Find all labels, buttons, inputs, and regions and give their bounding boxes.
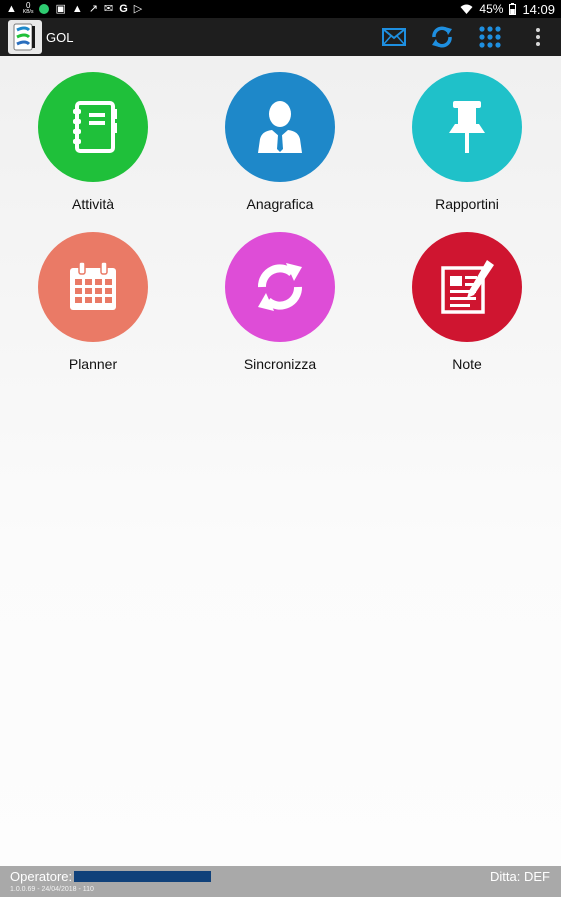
mail-icon[interactable] [381,24,407,50]
status-left: ▲ 0 KB/s ▣ ▲ ↗ ✉ G ▷ [6,2,142,16]
menu-item-circle [412,232,522,342]
menu-item-rapportini[interactable]: Rapportini [392,72,542,222]
menu-item-label: Planner [68,356,118,372]
app-title: GOL [46,29,74,45]
menu-item-attivita[interactable]: Attività [18,72,168,222]
notebook-icon [73,101,117,153]
menu-item-circle [38,72,148,182]
wifi-icon [460,4,473,14]
play-store-icon: ▷ [133,2,143,15]
operator-label: Operatore: [10,869,73,884]
network-speed-value: 0 [25,1,31,10]
green-dot-icon [39,4,50,14]
menu-item-circle [412,72,522,182]
sync-arrows-icon [258,263,302,311]
app-logo-icon[interactable] [8,20,42,54]
network-speed: 0 KB/s [23,2,34,16]
status-bar: ▲ 0 KB/s ▣ ▲ ↗ ✉ G ▷ 45% 14:09 [0,0,561,18]
version-info: 1.0.0.69 - 24/04/2018 - 110 [10,886,94,893]
missed-call-icon: ↗ [88,2,98,15]
app-bar-left: GOL [8,20,73,54]
menu-item-note[interactable]: Note [392,232,542,382]
sync-icon[interactable] [429,24,455,50]
apps-grid-icon[interactable] [477,24,503,50]
warning-icon: ▲ [71,2,83,15]
menu-item-label: Attività [71,196,114,212]
ditta-label: Ditta: DEF [490,869,550,884]
network-speed-unit: KB/s [22,9,34,15]
footer: Operatore: Ditta: DEF 1.0.0.69 - 24/04/2… [0,866,561,897]
menu-item-sincronizza[interactable]: Sincronizza [205,232,355,382]
menu-item-label: Rapportini [435,196,499,212]
battery-percent: 45% [479,2,504,16]
menu-item-planner[interactable]: Planner [18,232,168,382]
operator-value-redacted [74,871,211,882]
menu-item-circle [225,72,335,182]
menu-item-label: Note [452,356,482,372]
menu-item-anagrafica[interactable]: Anagrafica [205,72,355,222]
overflow-menu-icon[interactable] [525,24,551,50]
menu-item-circle [38,232,148,342]
calendar-icon [70,261,116,310]
battery-icon [509,3,517,15]
clock: 14:09 [522,1,555,17]
pushpin-icon [449,101,485,153]
app-bar: GOL [0,18,561,56]
google-icon: G [119,2,128,15]
app-bar-actions [381,24,551,50]
status-right: 45% 14:09 [460,2,555,17]
menu-item-label: Sincronizza [243,356,317,372]
gmail-icon: ✉ [103,2,114,15]
image-icon: ▣ [55,2,66,15]
menu-item-circle [225,232,335,342]
person-icon [258,101,302,153]
warning-icon: ▲ [6,2,17,15]
note-pencil-icon [441,260,494,314]
main-menu: Attività Anagrafica Rapportini Planner S… [0,56,561,866]
menu-item-label: Anagrafica [246,196,314,212]
